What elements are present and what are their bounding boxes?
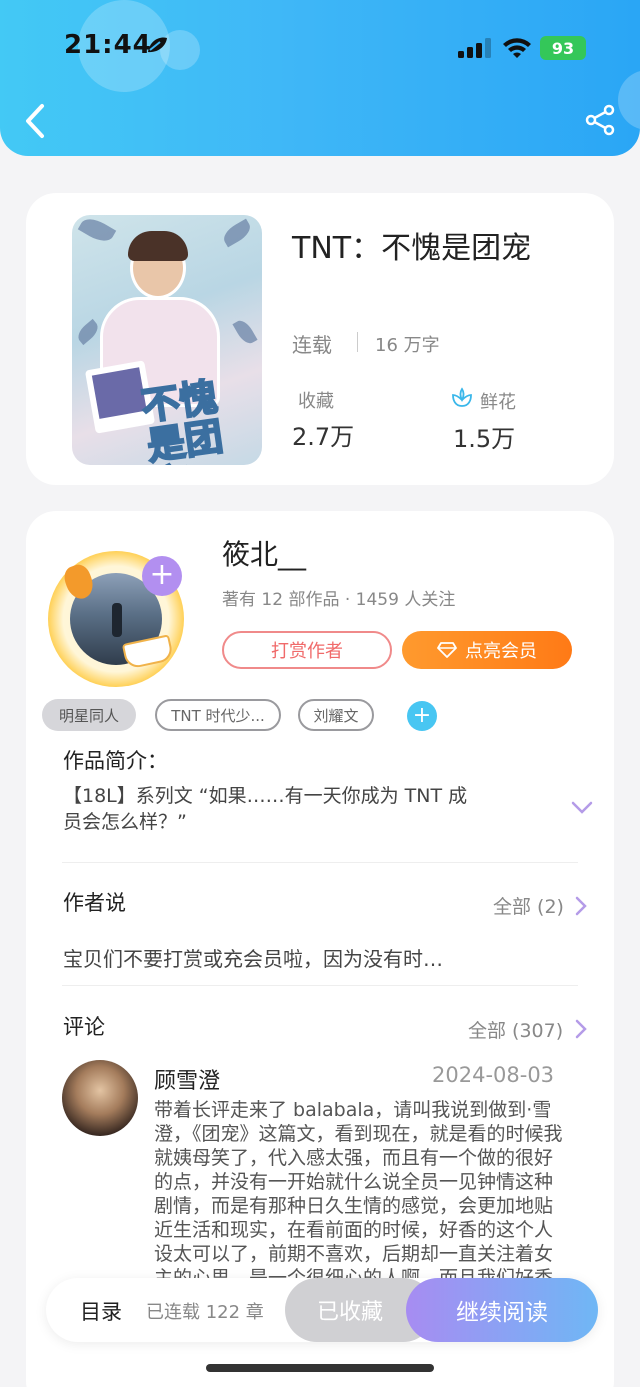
cover-figure-hair [128,231,188,261]
comments-title: 评论 [63,1015,105,1039]
comment-text[interactable]: 带着长评走来了 balabala，请叫我说到做到·雪澄，《团宠》这篇文，看到现在… [154,1098,568,1296]
status-time: 21:44 [64,30,152,60]
continue-reading-button[interactable]: 继续阅读 [406,1278,598,1342]
flowers-label: 鲜花 [480,392,516,413]
section-divider [62,985,578,986]
home-indicator[interactable] [206,1364,434,1372]
vip-button[interactable]: 点亮会员 [402,631,572,669]
comment-date: 2024-08-03 [432,1063,555,1087]
bottom-action-bar: 目录 已连载 122 章 已收藏 继续阅读 [46,1278,598,1342]
diamond-icon [437,642,457,658]
commenter-name[interactable]: 顾雪澄 [154,1063,220,1095]
flower-icon[interactable] [450,386,474,410]
battery-indicator: 93 [540,36,586,60]
tag-chip[interactable]: TNT 时代少... [155,699,281,731]
favorites-label: 收藏 [298,391,334,412]
author-says-all-link[interactable]: 全部 (2) [493,892,564,919]
comments-all-link[interactable]: 全部 (307) [468,1016,563,1043]
chevron-right-icon[interactable] [574,895,588,917]
battery-level: 93 [551,38,575,58]
tag-chip[interactable]: 明星同人 [42,699,136,731]
cover-leaf-decor [220,218,254,248]
toc-button[interactable]: 目录 [80,1296,122,1326]
favorites-count: 2.7万 [292,423,355,451]
chevron-right-icon[interactable] [574,1018,588,1040]
book-word-count: 16 万字 [375,335,440,356]
follow-author-button[interactable]: + [142,556,182,596]
chapter-count: 已连载 122 章 [146,1302,264,1323]
wifi-icon [503,38,531,58]
author-says-text[interactable]: 宝贝们不要打赏或充会员啦，因为没有时… [63,943,443,972]
meta-divider [357,332,358,352]
author-name[interactable]: 筱北__ [222,533,306,573]
tag-chip[interactable]: 刘耀文 [298,699,374,731]
intro-title: 作品简介： [63,749,168,773]
vip-button-label: 点亮会员 [465,641,537,662]
tip-author-button[interactable]: 打赏作者 [222,631,392,669]
cover-title-art: 不愧是团宠 [138,374,227,465]
flowers-count: 1.5万 [453,425,516,453]
cover-leaf-decor [232,317,258,347]
top-header: 21:44 93 [0,0,640,156]
book-title: TNT：不愧是团宠 [292,231,532,266]
author-says-title: 作者说 [63,891,126,915]
commenter-avatar[interactable] [62,1060,138,1136]
signal-icon [458,38,491,58]
share-icon[interactable] [584,104,616,136]
expand-chevron-down-icon[interactable] [570,800,594,816]
decor-bubble [618,70,640,130]
intro-text: 【18L】系列文 “如果……有一天你成为 TNT 成员会怎么样？” [63,785,468,833]
collected-button-label: 已收藏 [316,1300,383,1325]
cover-leaf-decor [74,318,102,346]
back-arrow-icon[interactable] [22,102,48,140]
section-divider [62,862,578,863]
book-info-card: 不愧是团宠 TNT：不愧是团宠 连载 16 万字 收藏 2.7万 鲜花 1.5万 [26,193,614,485]
author-meta: 著有 12 部作品 · 1459 人关注 [222,590,456,610]
details-card: + 筱北__ 著有 12 部作品 · 1459 人关注 打赏作者 点亮会员 明星… [26,511,614,1387]
cover-leaf-decor [77,215,117,247]
add-tag-button[interactable]: + [407,701,437,731]
leaf-icon [148,37,167,53]
book-status: 连载 [292,333,332,357]
book-cover[interactable]: 不愧是团宠 [72,215,262,465]
